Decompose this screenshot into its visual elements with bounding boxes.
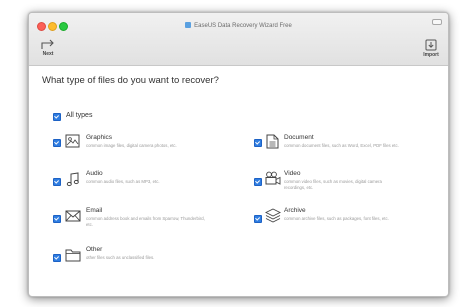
import-icon bbox=[425, 39, 437, 51]
layers-icon bbox=[265, 208, 281, 223]
next-button[interactable]: Next bbox=[39, 39, 57, 57]
image-icon bbox=[65, 134, 80, 148]
video-camera-icon bbox=[265, 171, 281, 185]
document-icon bbox=[266, 134, 279, 149]
window-title-area: EaseUS Data Recovery Wizard Free bbox=[29, 22, 448, 29]
titlebar: EaseUS Data Recovery Wizard Free Next Im… bbox=[29, 13, 448, 66]
all-types-label: All types bbox=[66, 112, 93, 119]
graphics-checkbox[interactable] bbox=[53, 139, 61, 147]
app-logo-icon bbox=[185, 22, 192, 28]
archive-description: common archive files, such as packages, … bbox=[284, 216, 389, 221]
toolbar-toggle-button[interactable] bbox=[432, 19, 442, 25]
audio-description: common audio files, such as MP3, etc. bbox=[86, 179, 160, 184]
music-note-icon bbox=[66, 172, 79, 187]
audio-label: Audio bbox=[86, 170, 103, 177]
page-question: What type of files do you want to recove… bbox=[42, 75, 219, 86]
graphics-label: Graphics bbox=[86, 134, 113, 141]
import-button[interactable]: Import bbox=[420, 39, 442, 58]
import-button-label: Import bbox=[423, 52, 439, 58]
document-label: Document bbox=[284, 134, 314, 141]
archive-label: Archive bbox=[284, 207, 306, 214]
next-button-label: Next bbox=[42, 51, 54, 57]
window-title: EaseUS Data Recovery Wizard Free bbox=[194, 23, 292, 29]
audio-checkbox[interactable] bbox=[53, 178, 61, 186]
next-arrow-icon bbox=[41, 39, 54, 49]
graphics-description: common image files, digital camera photo… bbox=[86, 143, 177, 148]
other-checkbox[interactable] bbox=[53, 254, 61, 262]
all-types-checkbox[interactable] bbox=[53, 113, 61, 121]
video-checkbox[interactable] bbox=[254, 178, 262, 186]
app-window: EaseUS Data Recovery Wizard Free Next Im… bbox=[28, 12, 449, 297]
email-description: common address book and emails from Spar… bbox=[86, 216, 205, 227]
other-description: other files such as unclassified files. bbox=[86, 255, 155, 260]
other-label: Other bbox=[86, 246, 103, 253]
document-description: common document files, such as Word, Exc… bbox=[284, 143, 399, 148]
video-label: Video bbox=[284, 170, 301, 177]
folder-icon bbox=[65, 249, 81, 262]
email-label: Email bbox=[86, 207, 103, 214]
envelope-icon bbox=[65, 210, 81, 222]
email-checkbox[interactable] bbox=[53, 215, 61, 223]
archive-checkbox[interactable] bbox=[254, 215, 262, 223]
document-checkbox[interactable] bbox=[254, 139, 262, 147]
video-description: common video files, such as movies, digi… bbox=[284, 179, 382, 190]
